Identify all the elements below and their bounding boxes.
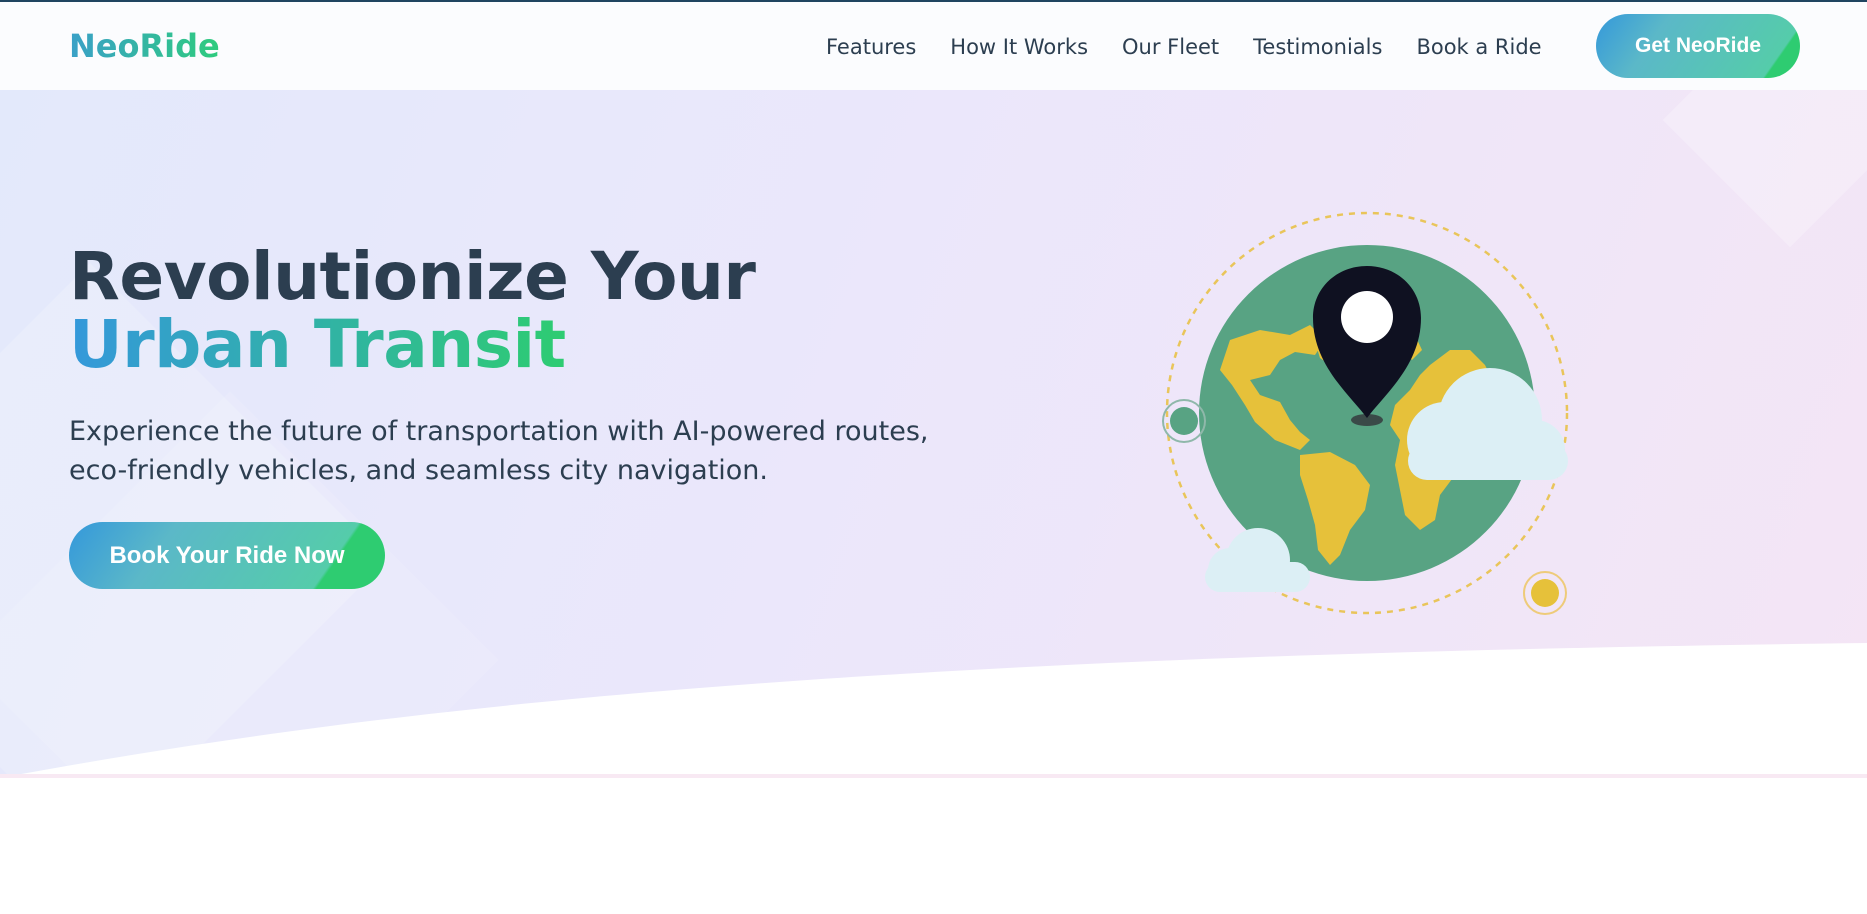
nav-link-features[interactable]: Features [826, 33, 916, 61]
navbar: NeoRide Features How It Works Our Fleet … [0, 2, 1867, 90]
nav-link-book-a-ride[interactable]: Book a Ride [1416, 33, 1541, 61]
get-neoride-button[interactable]: Get NeoRide [1596, 14, 1800, 78]
nav-link-testimonials[interactable]: Testimonials [1253, 33, 1382, 61]
brand-logo[interactable]: NeoRide [69, 26, 220, 66]
headline-primary: Revolutionize Your [69, 238, 756, 315]
satellite-dot-icon [1162, 399, 1206, 443]
book-your-ride-now-button[interactable]: Book Your Ride Now [69, 522, 385, 589]
nav-links: Features How It Works Our Fleet Testimon… [826, 33, 1542, 61]
headline-accent: Urban Transit [69, 306, 566, 383]
nav-link-our-fleet[interactable]: Our Fleet [1122, 33, 1219, 61]
hero-background-shape [1662, 90, 1867, 248]
nav-link-how-it-works[interactable]: How It Works [950, 33, 1088, 61]
hero-headline: Revolutionize Your Urban Transit [69, 243, 989, 379]
hero-section: Revolutionize Your Urban Transit Experie… [0, 90, 1867, 780]
satellite-dot-icon [1523, 571, 1567, 615]
globe-illustration [1150, 170, 1600, 630]
hero-subtext: Experience the future of transportation … [69, 416, 929, 486]
globe-with-location-pin-icon [1162, 211, 1569, 615]
